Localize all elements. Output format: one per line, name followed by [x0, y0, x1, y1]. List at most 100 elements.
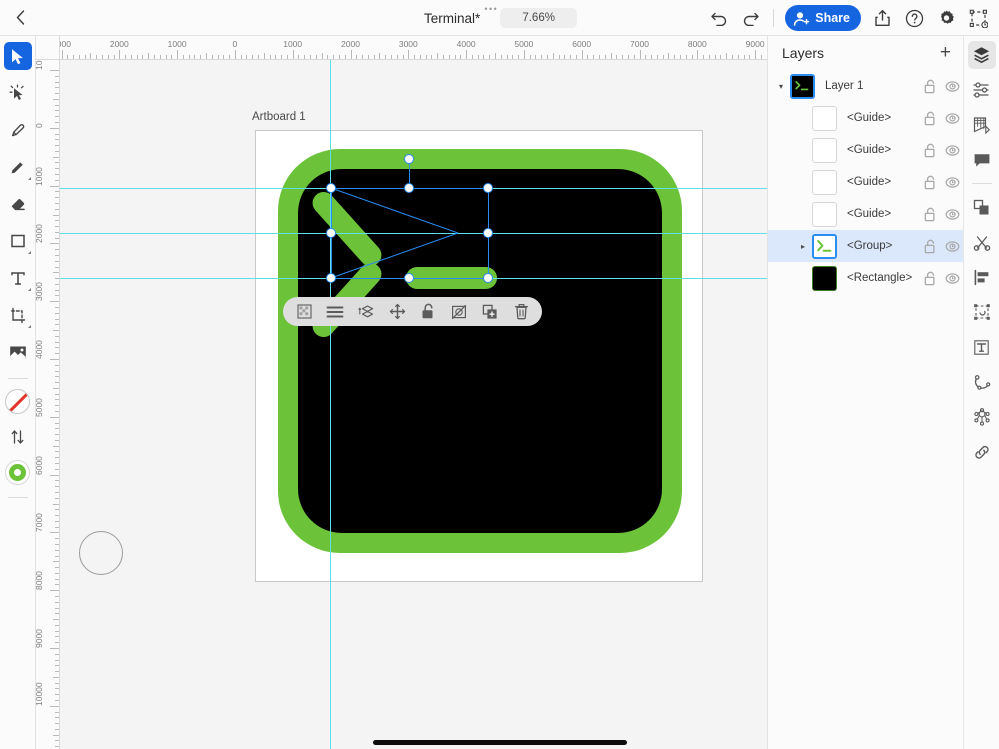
- selection-handle-top-center[interactable]: [404, 183, 414, 193]
- share-button[interactable]: Share: [785, 5, 861, 31]
- crop-tool[interactable]: [4, 301, 32, 329]
- ruler-v-tick: [50, 475, 59, 476]
- rail-cut[interactable]: [968, 228, 996, 256]
- lock-icon[interactable]: [919, 111, 941, 126]
- add-layer-button[interactable]: +: [940, 44, 951, 62]
- rail-link[interactable]: [968, 438, 996, 466]
- ruler-h-tick: [668, 53, 669, 59]
- layer-row-guide[interactable]: <Guide>: [768, 166, 963, 198]
- document-title[interactable]: Terminal* •••: [422, 11, 482, 26]
- settings-button[interactable]: [931, 3, 961, 33]
- selection-handle-top-left[interactable]: [326, 183, 336, 193]
- layer-name[interactable]: Layer 1: [825, 80, 919, 92]
- rail-node[interactable]: [968, 368, 996, 396]
- swap-fill-stroke-button[interactable]: [4, 423, 32, 451]
- lock-icon[interactable]: [919, 175, 941, 190]
- pencil-tool[interactable]: [4, 153, 32, 181]
- eye-icon[interactable]: [941, 240, 963, 253]
- eye-icon[interactable]: [941, 80, 963, 93]
- layer-name[interactable]: <Rectangle>: [847, 272, 919, 284]
- layer-name[interactable]: <Guide>: [847, 112, 919, 124]
- mask-button[interactable]: [444, 299, 474, 325]
- layer-row-rectangle[interactable]: <Rectangle>: [768, 262, 963, 294]
- ruler-h-tick: [177, 50, 178, 59]
- eraser-tool[interactable]: [4, 190, 32, 218]
- rail-adjustments[interactable]: [968, 76, 996, 104]
- ruler-h-tick: [108, 55, 109, 59]
- lock-icon[interactable]: [919, 271, 941, 286]
- transform-button[interactable]: [963, 3, 993, 33]
- layer-row-layer[interactable]: ▾ Layer 1: [768, 70, 963, 102]
- eye-icon[interactable]: [941, 272, 963, 285]
- eye-icon[interactable]: [941, 176, 963, 189]
- guide-vertical-1[interactable]: [330, 60, 331, 749]
- selection-handle-mid-right[interactable]: [483, 228, 493, 238]
- selection-handle-bottom-left[interactable]: [326, 273, 336, 283]
- move-tool[interactable]: [4, 42, 32, 70]
- rail-effects[interactable]: [968, 403, 996, 431]
- fill-swatch[interactable]: [5, 389, 30, 414]
- undo-button[interactable]: [704, 3, 734, 33]
- ruler-h-tick: [212, 55, 213, 59]
- rail-text[interactable]: [968, 333, 996, 361]
- rail-layers[interactable]: [968, 41, 996, 69]
- selection-handle-rotate[interactable]: [404, 154, 414, 164]
- redo-button[interactable]: [736, 3, 766, 33]
- zoom-level-chip[interactable]: 7.66%: [500, 8, 577, 28]
- node-tool[interactable]: [4, 79, 32, 107]
- eye-icon[interactable]: [941, 144, 963, 157]
- layer-order-button[interactable]: [351, 299, 381, 325]
- disclosure-triangle-icon[interactable]: ▾: [774, 82, 788, 91]
- lock-icon[interactable]: [919, 143, 941, 158]
- eye-icon[interactable]: [941, 208, 963, 221]
- tool-divider-bottom: [8, 497, 28, 498]
- selection-handle-bottom-right[interactable]: [483, 273, 493, 283]
- rail-duplicate[interactable]: [968, 193, 996, 221]
- text-tool[interactable]: [4, 264, 32, 292]
- layer-row-guide[interactable]: <Guide>: [768, 198, 963, 230]
- selection-handle-mid-left[interactable]: [326, 228, 336, 238]
- rail-align[interactable]: [968, 263, 996, 291]
- ruler-v-tick: [55, 347, 59, 348]
- layer-row-guide[interactable]: <Guide>: [768, 102, 963, 134]
- layer-name[interactable]: <Guide>: [847, 208, 919, 220]
- transparency-button[interactable]: [289, 299, 319, 325]
- rail-transform[interactable]: [968, 298, 996, 326]
- layer-name[interactable]: <Group>: [847, 240, 919, 252]
- ruler-h-tick: [587, 55, 588, 59]
- lock-icon[interactable]: [919, 79, 941, 94]
- help-button[interactable]: [899, 3, 929, 33]
- ruler-h-tick: [102, 55, 103, 59]
- stroke-swatch[interactable]: [5, 460, 30, 485]
- duplicate-button[interactable]: [475, 299, 505, 325]
- ruler-v-label: 8000: [36, 571, 44, 590]
- layer-row-group[interactable]: ▸ <Group>: [768, 230, 963, 262]
- vertical-ruler[interactable]: 1000010002000300040005000600070008000900…: [36, 60, 60, 749]
- design-canvas[interactable]: Artboard 1: [60, 60, 767, 749]
- pen-tool[interactable]: [4, 116, 32, 144]
- disclosure-triangle-icon[interactable]: ▸: [796, 242, 810, 251]
- ruler-v-label: 10000: [36, 682, 44, 706]
- layer-name[interactable]: <Guide>: [847, 144, 919, 156]
- ruler-h-tick: [287, 55, 288, 59]
- image-tool[interactable]: [4, 338, 32, 366]
- arrange-menu-button[interactable]: [320, 299, 350, 325]
- export-button[interactable]: [867, 3, 897, 33]
- selection-handle-bottom-center[interactable]: [404, 273, 414, 283]
- rail-swatches[interactable]: [968, 111, 996, 139]
- rectangle-tool[interactable]: [4, 227, 32, 255]
- rail-comments[interactable]: [968, 146, 996, 174]
- ruler-h-tick: [455, 55, 456, 59]
- ruler-h-tick: [663, 55, 664, 59]
- layer-name[interactable]: <Guide>: [847, 176, 919, 188]
- delete-button[interactable]: [506, 299, 536, 325]
- lock-icon[interactable]: [919, 207, 941, 222]
- move-button[interactable]: [382, 299, 412, 325]
- layer-row-guide[interactable]: <Guide>: [768, 134, 963, 166]
- horizontal-ruler[interactable]: 3000200010000100020003000400050006000700…: [60, 36, 767, 60]
- selection-handle-top-right[interactable]: [483, 183, 493, 193]
- unlock-button[interactable]: [413, 299, 443, 325]
- ruler-h-tick: [564, 55, 565, 59]
- lock-icon[interactable]: [919, 239, 941, 254]
- eye-icon[interactable]: [941, 112, 963, 125]
